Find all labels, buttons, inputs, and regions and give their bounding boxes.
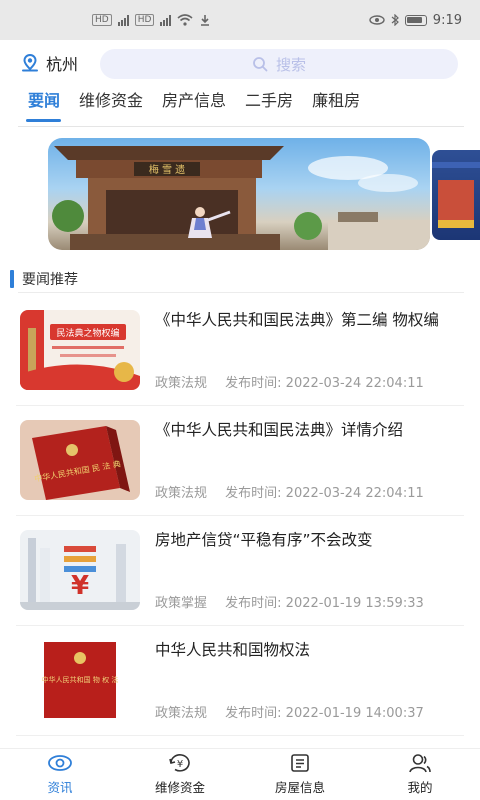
download-icon: [201, 15, 210, 26]
tab-property-info[interactable]: 房产信息: [152, 86, 235, 126]
section-title: 要闻推荐: [22, 272, 78, 288]
list-item[interactable]: 民法典之物权编 《中华人民共和国民法典》第二编 物权编 政策法规 发布时间: 2…: [16, 296, 464, 406]
nav-property-info[interactable]: 房屋信息: [240, 749, 360, 800]
bottom-navigation: 资讯 ¥ 维修资金 房屋信息 我的: [0, 748, 480, 800]
news-title: 中华人民共和国物权法: [155, 641, 311, 659]
news-publish-time: 发布时间: 2022-03-24 22:04:11: [225, 486, 424, 501]
news-meta: 政策法规 发布时间: 2022-03-24 22:04:11: [155, 372, 424, 391]
news-thumbnail: 中华人民共和国 民 法 典: [20, 420, 140, 500]
nav-maintenance-fund-label: 维修资金: [154, 780, 205, 795]
battery-icon: [404, 14, 427, 26]
news-thumbnail: 中华人民共和国 物 权 法: [20, 640, 140, 720]
news-thumbnail: ¥: [20, 530, 140, 610]
network-label-1: HD: [92, 14, 112, 26]
news-meta: 政策法规 发布时间: 2022-01-19 14:00:37: [155, 702, 424, 721]
news-meta: 政策掌握 发布时间: 2022-01-19 13:59:33: [155, 592, 424, 611]
document-icon: [291, 754, 309, 772]
svg-text:¥: ¥: [177, 759, 183, 770]
signal-icon-2: [160, 14, 172, 26]
eye-status-icon: [369, 15, 385, 25]
search-placeholder: 搜索: [275, 55, 306, 74]
thumbnail-image: 民法典之物权编: [20, 310, 140, 390]
banner-carousel[interactable]: 梅 雪 遗: [48, 138, 430, 250]
list-item[interactable]: 中华人民共和国 民 法 典 《中华人民共和国民法典》详情介绍 政策法规 发布时间…: [16, 406, 464, 516]
news-list: 民法典之物权编 《中华人民共和国民法典》第二编 物权编 政策法规 发布时间: 2…: [0, 296, 480, 736]
news-title: 《中华人民共和国民法典》第二编 物权编: [155, 311, 439, 329]
banner-sign-text: 梅 雪 遗: [149, 163, 185, 176]
bluetooth-icon: [391, 14, 399, 26]
thumbnail-image: 中华人民共和国 民 法 典: [20, 420, 140, 500]
thumbnail-banner-text: 民法典之物权编: [56, 327, 119, 339]
section-accent-bar: [10, 270, 14, 288]
nav-news-label: 资讯: [47, 780, 73, 795]
nav-property-info-label: 房屋信息: [274, 780, 325, 795]
news-thumbnail: 民法典之物权编: [20, 310, 140, 390]
news-category: 政策掌握: [155, 596, 208, 611]
yuan-refresh-icon: ¥: [169, 754, 190, 772]
section-divider: [18, 292, 464, 293]
status-left: HD HD: [92, 14, 211, 26]
search-input[interactable]: 搜索: [100, 49, 458, 79]
clock: 9:19: [432, 12, 462, 28]
tabs-divider: [18, 126, 464, 127]
tab-low-rent[interactable]: 廉租房: [302, 86, 369, 126]
app-header: 杭州 搜索: [0, 40, 480, 86]
city-selector[interactable]: 杭州: [20, 51, 78, 75]
thumbnail-image: 中华人民共和国 物 权 法: [20, 640, 140, 720]
status-right: 9:19: [369, 13, 462, 28]
news-category: 政策法规: [155, 706, 208, 721]
section-header: 要闻推荐: [10, 268, 78, 290]
news-title: 房地产信贷“平稳有序”不会改变: [155, 531, 373, 549]
news-publish-time: 发布时间: 2022-01-19 13:59:33: [225, 596, 424, 611]
location-icon: [22, 53, 38, 72]
news-category: 政策法规: [155, 376, 208, 391]
city-label: 杭州: [46, 55, 79, 74]
category-tabs: 要闻 维修资金 房产信息 二手房 廉租房: [0, 86, 480, 126]
list-item[interactable]: ¥ 房地产信贷“平稳有序”不会改变 政策掌握 发布时间: 2022-01-19 …: [16, 516, 464, 626]
list-item[interactable]: 中华人民共和国 物 权 法 中华人民共和国物权法 政策法规 发布时间: 2022…: [16, 626, 464, 736]
news-category: 政策法规: [155, 486, 208, 501]
news-title: 《中华人民共和国民法典》详情介绍: [155, 421, 404, 439]
tab-second-hand[interactable]: 二手房: [235, 86, 302, 126]
banner-next-slide[interactable]: [432, 150, 480, 240]
news-publish-time: 发布时间: 2022-03-24 22:04:11: [225, 376, 424, 391]
nav-mine[interactable]: 我的: [360, 749, 480, 800]
news-publish-time: 发布时间: 2022-01-19 14:00:37: [225, 706, 424, 721]
nav-mine-label: 我的: [407, 780, 433, 795]
thumbnail-image: ¥: [20, 530, 140, 610]
network-label-2: HD: [134, 14, 155, 26]
thumbnail-book-text: 中华人民共和国 物 权 法: [42, 675, 119, 684]
wifi-icon: [177, 14, 193, 26]
tab-maintenance-fund[interactable]: 维修资金: [69, 86, 152, 126]
thumbnail-symbol: ¥: [71, 571, 89, 601]
eye-icon: [48, 755, 72, 771]
news-meta: 政策法规 发布时间: 2022-03-24 22:04:11: [155, 482, 424, 501]
user-icon: [409, 754, 431, 773]
nav-maintenance-fund[interactable]: ¥ 维修资金: [120, 749, 240, 800]
signal-icon: [117, 14, 129, 26]
banner-next-image: [432, 162, 480, 228]
nav-news[interactable]: 资讯: [0, 749, 120, 800]
status-bar: HD HD 9:19: [0, 0, 480, 40]
search-icon: [253, 57, 268, 72]
tab-news[interactable]: 要闻: [18, 86, 69, 126]
banner-image: 梅 雪 遗: [52, 146, 430, 250]
